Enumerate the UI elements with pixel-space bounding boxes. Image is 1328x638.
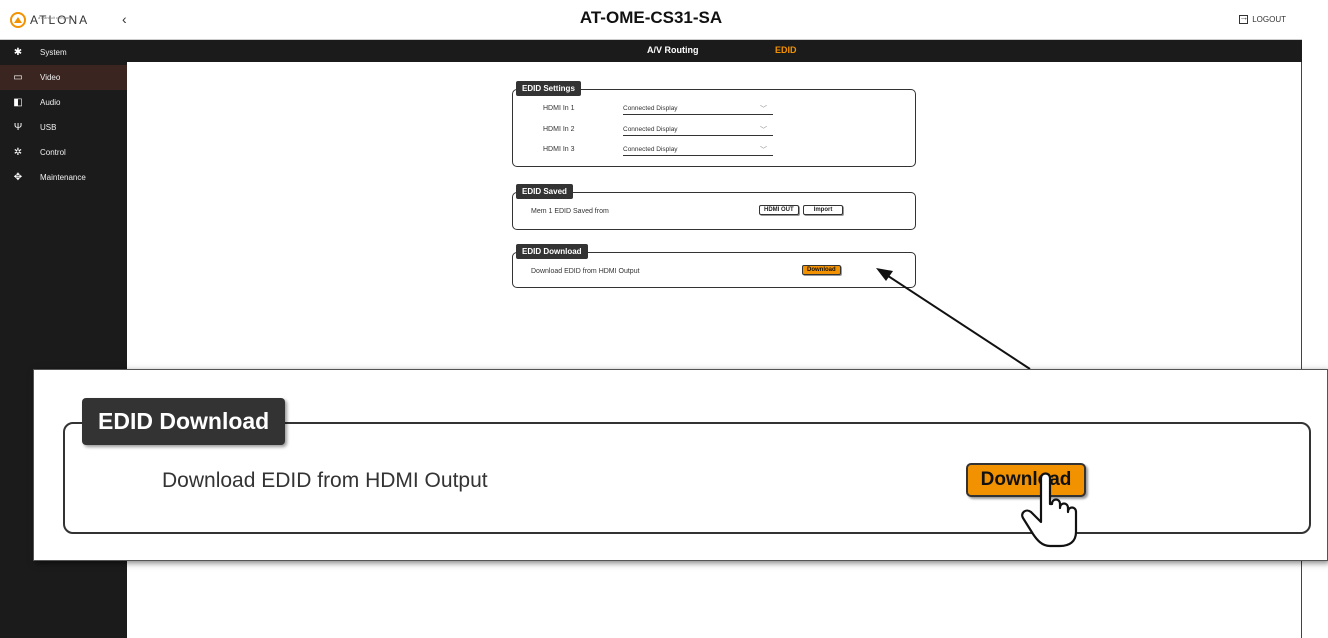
sidebar-item-label: USB [40,123,57,132]
select-value: Connected Display [623,146,678,153]
panel-title: EDID Settings [516,81,581,96]
monitor-icon: ▭ [13,72,23,83]
import-button[interactable]: Import [803,205,843,215]
network-icon: ✲ [13,147,23,158]
chevron-down-icon: ﹀ [760,106,767,113]
panel-title: EDID Download [516,244,588,259]
tab-av-routing[interactable]: A/V Routing [647,45,699,55]
panel-title: EDID Saved [516,184,573,199]
move-icon: ✥ [13,172,23,183]
edid-settings-panel: EDID Settings HDMI In 1 Connected Displa… [512,81,916,167]
page-title: AT-OME-CS31-SA [579,8,723,27]
download-button[interactable]: Download [802,265,841,275]
sidebar-item-control[interactable]: ✲ Control [0,140,127,165]
sidebar-item-video[interactable]: ▭ Video [0,65,127,90]
hdmi-in-3-select[interactable]: Connected Display ﹀ [623,146,773,156]
usb-icon: Ψ [13,122,23,133]
chevron-down-icon: ﹀ [760,127,767,134]
sidebar-item-maintenance[interactable]: ✥ Maintenance [0,165,127,190]
sidebar-item-label: Video [40,73,61,82]
hdmi-in-3-label: HDMI In 3 [543,146,575,153]
top-bar: ATLONA a Panduit company ‹ AT-OME-CS31-S… [0,0,1302,40]
hdmi-in-2-label: HDMI In 2 [543,126,575,133]
sidebar-item-label: Audio [40,98,61,107]
hdmi-in-2-select[interactable]: Connected Display ﹀ [623,126,773,136]
sidebar-item-label: Control [40,148,66,157]
logout-button[interactable]: LOGOUT [1239,12,1286,24]
sidebar-item-audio[interactable]: ◧ Audio [0,90,127,115]
edid-download-panel: EDID Download Download EDID from HDMI Ou… [512,244,916,288]
hdmi-in-1-select[interactable]: Connected Display ﹀ [623,105,773,115]
logout-icon [1239,12,1249,24]
logout-label: LOGOUT [1252,15,1286,24]
mem-1-label: Mem 1 EDID Saved from [531,208,609,215]
zoom-callout: EDID Download Download EDID from HDMI Ou… [33,369,1328,561]
sidebar-item-label: Maintenance [40,173,86,182]
tab-edid[interactable]: EDID [775,45,797,55]
download-edid-label: Download EDID from HDMI Output [531,268,640,275]
gear-icon: ✱ [13,47,23,58]
hdmi-in-1-label: HDMI In 1 [543,105,575,112]
speaker-icon: ◧ [13,97,23,108]
select-value: Connected Display [623,105,678,112]
pointer-hand-icon [1021,472,1078,548]
select-value: Connected Display [623,126,678,133]
sidebar-item-usb[interactable]: Ψ USB [0,115,127,140]
tab-bar: A/V Routing EDID [127,40,1302,62]
sidebar-item-label: System [40,48,67,57]
edid-saved-panel: EDID Saved Mem 1 EDID Saved from HDMI OU… [512,184,916,230]
chevron-down-icon: ﹀ [760,147,767,154]
zoomed-download-label: Download EDID from HDMI Output [162,469,488,492]
sidebar-item-system[interactable]: ✱ System [0,40,127,65]
zoomed-panel-title: EDID Download [82,398,286,445]
hdmi-out-button[interactable]: HDMI OUT [759,205,799,215]
